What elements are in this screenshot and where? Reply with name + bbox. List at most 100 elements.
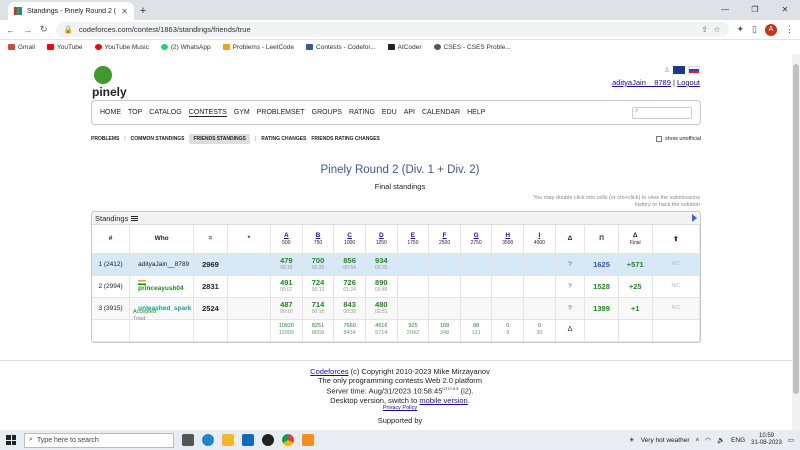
- privacy-policy-link[interactable]: Privacy Policy: [383, 405, 417, 411]
- bookmark-youtube-music[interactable]: YouTube Music: [94, 44, 149, 51]
- col-problem-a[interactable]: A 500: [270, 225, 303, 254]
- new-tab-button[interactable]: +: [134, 2, 152, 20]
- pinely-logo[interactable]: pinely: [92, 66, 132, 99]
- username-link[interactable]: adityaJain__8789: [612, 78, 671, 87]
- table-row: 3 (3915) unleashed_spark 2524 487 00:10 7…: [92, 297, 700, 320]
- menu-api[interactable]: API: [404, 109, 415, 116]
- menu-rating[interactable]: RATING: [349, 109, 375, 116]
- menu-calendar[interactable]: CALENDAR: [422, 109, 460, 116]
- submission-cell[interactable]: 890 00:48: [365, 275, 398, 298]
- page-scrollbar[interactable]: [792, 54, 800, 430]
- sublime-text-icon[interactable]: [302, 434, 314, 446]
- submission-cell[interactable]: 700 00:25: [302, 253, 335, 276]
- submission-cell[interactable]: 726 01:24: [333, 275, 366, 298]
- submission-cell[interactable]: 856 00:54: [333, 253, 366, 276]
- sidebar-icon[interactable]: ▯: [752, 24, 757, 35]
- notification-icon[interactable]: ♙: [658, 66, 670, 74]
- close-tab-icon[interactable]: ✕: [121, 7, 128, 16]
- submission-cell[interactable]: 843 00:39: [333, 297, 366, 320]
- forward-icon[interactable]: →: [23, 25, 32, 35]
- submission-cell[interactable]: 491 00:07: [270, 275, 303, 298]
- col-problem-i[interactable]: I 4000: [523, 225, 556, 254]
- bookmark-cses[interactable]: CSES - CSES Proble...: [433, 44, 511, 51]
- col-problem-h[interactable]: H 3500: [491, 225, 525, 254]
- col-problem-c[interactable]: C 1000: [333, 225, 366, 254]
- system-tray: ☀ Very hot weather ˄ ◠ 🔈 ENG 10:59 31-08…: [628, 433, 794, 446]
- col-problem-e[interactable]: E 1750: [397, 225, 430, 254]
- col-problem-d[interactable]: D 1250: [365, 225, 398, 254]
- participant-handle[interactable]: adityaJain__8789: [138, 261, 189, 268]
- russian-flag-icon[interactable]: [688, 66, 700, 74]
- close-window-icon[interactable]: ✕: [770, 0, 800, 20]
- bookmark-whatsapp[interactable]: (2) WhatsApp: [160, 44, 211, 51]
- restore-icon[interactable]: ❐: [740, 0, 770, 20]
- task-view-icon[interactable]: [182, 434, 194, 446]
- profile-avatar[interactable]: A: [765, 23, 777, 36]
- notifications-icon[interactable]: ▭: [788, 436, 794, 444]
- bookmark-youtube[interactable]: YouTube: [46, 44, 83, 51]
- subnav-common-standings[interactable]: COMMON STANDINGS: [131, 136, 185, 142]
- col-problem-b[interactable]: B 750: [302, 225, 335, 254]
- volume-icon[interactable]: 🔈: [717, 436, 725, 444]
- menu-catalog[interactable]: CATALOG: [149, 109, 181, 116]
- site-footer: Codeforces (c) Copyright 2010-2023 Mike …: [0, 360, 800, 412]
- participant-handle[interactable]: princeayush04: [138, 285, 184, 292]
- edge-icon[interactable]: [202, 434, 214, 446]
- subnav-friends-rating-changes[interactable]: FRIENDS RATING CHANGES: [311, 136, 380, 142]
- chrome-icon[interactable]: [282, 434, 294, 446]
- url-field[interactable]: 🔒 codeforces.com/contest/1863/standings/…: [55, 22, 729, 37]
- weather-icon[interactable]: ☀: [629, 436, 635, 444]
- star-icon[interactable]: ☆: [714, 25, 721, 34]
- bookmark-codeforces[interactable]: Contests - Codefor...: [306, 44, 376, 51]
- submission-cell[interactable]: 934 00:35: [365, 253, 398, 276]
- bookmark-atcoder[interactable]: AtCoder: [387, 44, 422, 51]
- mail-icon[interactable]: [242, 434, 254, 446]
- subnav-problems[interactable]: PROBLEMS: [91, 136, 119, 142]
- tray-arrow-icon[interactable]: ˄: [695, 437, 699, 444]
- back-icon[interactable]: ←: [6, 25, 15, 35]
- menu-gym[interactable]: GYM: [234, 109, 250, 116]
- file-explorer-icon[interactable]: [222, 434, 234, 446]
- atcoder-icon: [387, 44, 395, 50]
- subnav-friends-standings[interactable]: FRIENDS STANDINGS: [189, 134, 250, 144]
- reload-icon[interactable]: ↻: [40, 24, 48, 35]
- menu-groups[interactable]: GROUPS: [312, 109, 342, 116]
- menu-top[interactable]: TOP: [128, 109, 142, 116]
- menu-edu[interactable]: EDU: [382, 109, 397, 116]
- col-problem-f[interactable]: F 2500: [428, 225, 461, 254]
- main-menu: HOME TOP CATALOG CONTESTS GYM PROBLEMSET…: [91, 100, 701, 125]
- menu-help[interactable]: HELP: [467, 109, 485, 116]
- menu-problemset[interactable]: PROBLEMSET: [257, 109, 305, 116]
- submission-cell[interactable]: 479 00:16: [270, 253, 303, 276]
- submission-cell[interactable]: 714 00:16: [302, 297, 335, 320]
- sort-icon[interactable]: ⬆: [652, 225, 700, 254]
- submission-cell[interactable]: 487 00:10: [270, 297, 303, 320]
- expand-arrow-icon[interactable]: [692, 214, 697, 222]
- bookmark-gmail[interactable]: Gmail: [8, 44, 35, 51]
- wifi-icon[interactable]: ◠: [705, 436, 711, 444]
- english-flag-icon[interactable]: [673, 66, 685, 74]
- more-menu-icon[interactable]: ⋮: [785, 24, 794, 35]
- search-input[interactable]: ⌕: [632, 106, 692, 119]
- menu-contests[interactable]: CONTESTS: [188, 109, 227, 117]
- codeforces-link[interactable]: Codeforces: [310, 367, 348, 376]
- browser-tab[interactable]: Standings - Pinely Round 2 (Div. ✕: [8, 2, 134, 20]
- clock[interactable]: 10:59 31-08-2023: [751, 433, 782, 446]
- dell-icon[interactable]: [262, 434, 274, 446]
- minimize-icon[interactable]: —: [710, 0, 740, 20]
- mobile-version-link[interactable]: mobile version: [419, 396, 467, 405]
- bookmark-leetcode[interactable]: Problems - LeetCode: [222, 44, 294, 51]
- windows-start-icon[interactable]: [6, 435, 16, 445]
- extensions-icon[interactable]: ✦: [737, 24, 745, 35]
- logout-link[interactable]: Logout: [677, 78, 700, 87]
- submission-cell[interactable]: 480 02:51: [365, 297, 398, 320]
- col-problem-g[interactable]: G 2750: [460, 225, 493, 254]
- share-icon[interactable]: ⇪: [701, 25, 707, 34]
- show-unofficial-checkbox[interactable]: show unofficial: [656, 136, 701, 142]
- taskbar-search-input[interactable]: ⌕ Type here to search: [24, 432, 174, 448]
- menu-home[interactable]: HOME: [100, 109, 121, 116]
- subnav-rating-changes[interactable]: RATING CHANGES: [261, 136, 306, 142]
- contest-title[interactable]: Pinely Round 2 (Div. 1 + Div. 2): [0, 164, 800, 176]
- menu-icon[interactable]: [131, 215, 139, 221]
- submission-cell[interactable]: 724 00:13: [302, 275, 335, 298]
